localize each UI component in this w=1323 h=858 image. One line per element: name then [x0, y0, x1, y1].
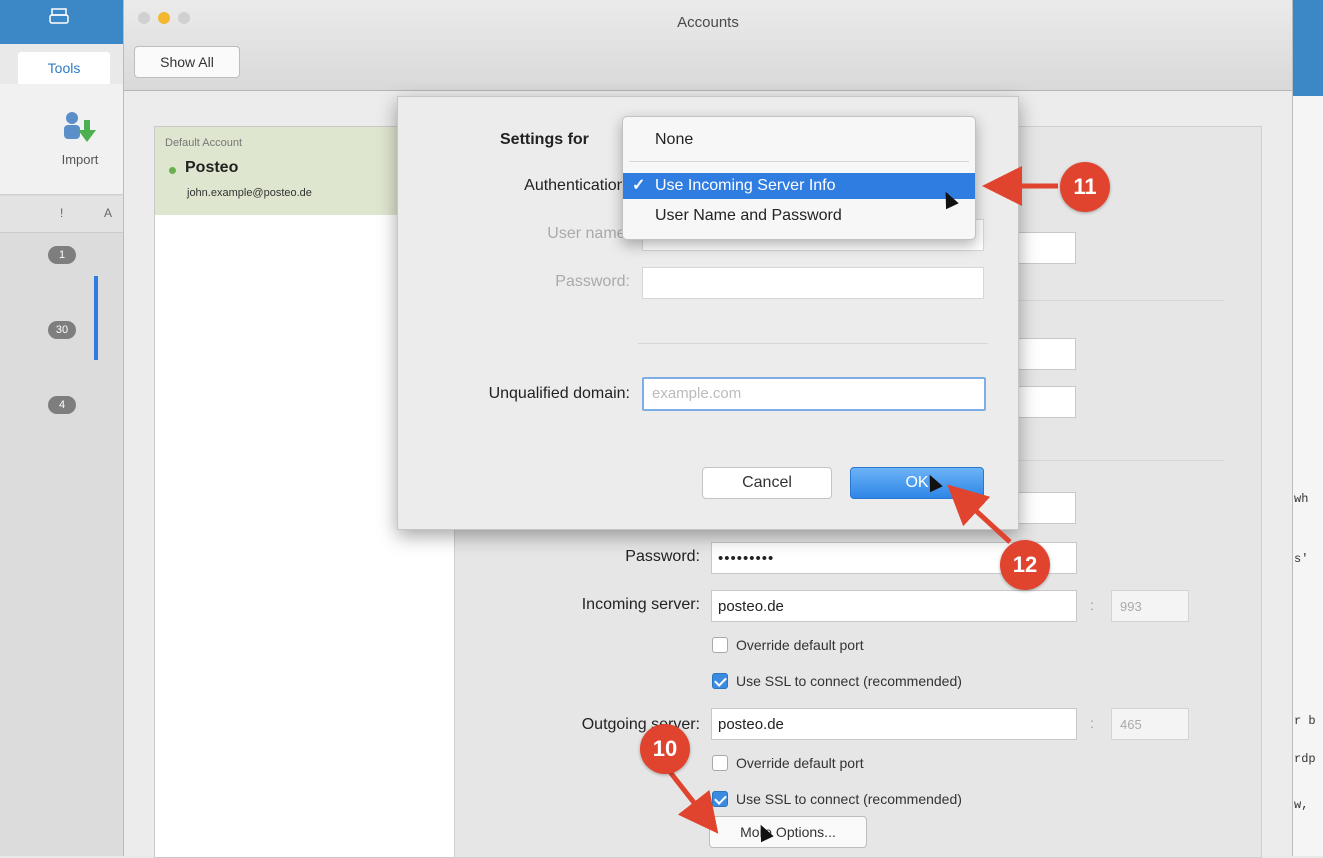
arrow-to-ok	[947, 484, 1012, 544]
step-callout-11: 11	[1060, 162, 1110, 212]
arrow-to-more-options	[668, 770, 719, 834]
step-callout-12: 12	[1000, 540, 1050, 590]
step-callout-10: 10	[640, 724, 690, 774]
